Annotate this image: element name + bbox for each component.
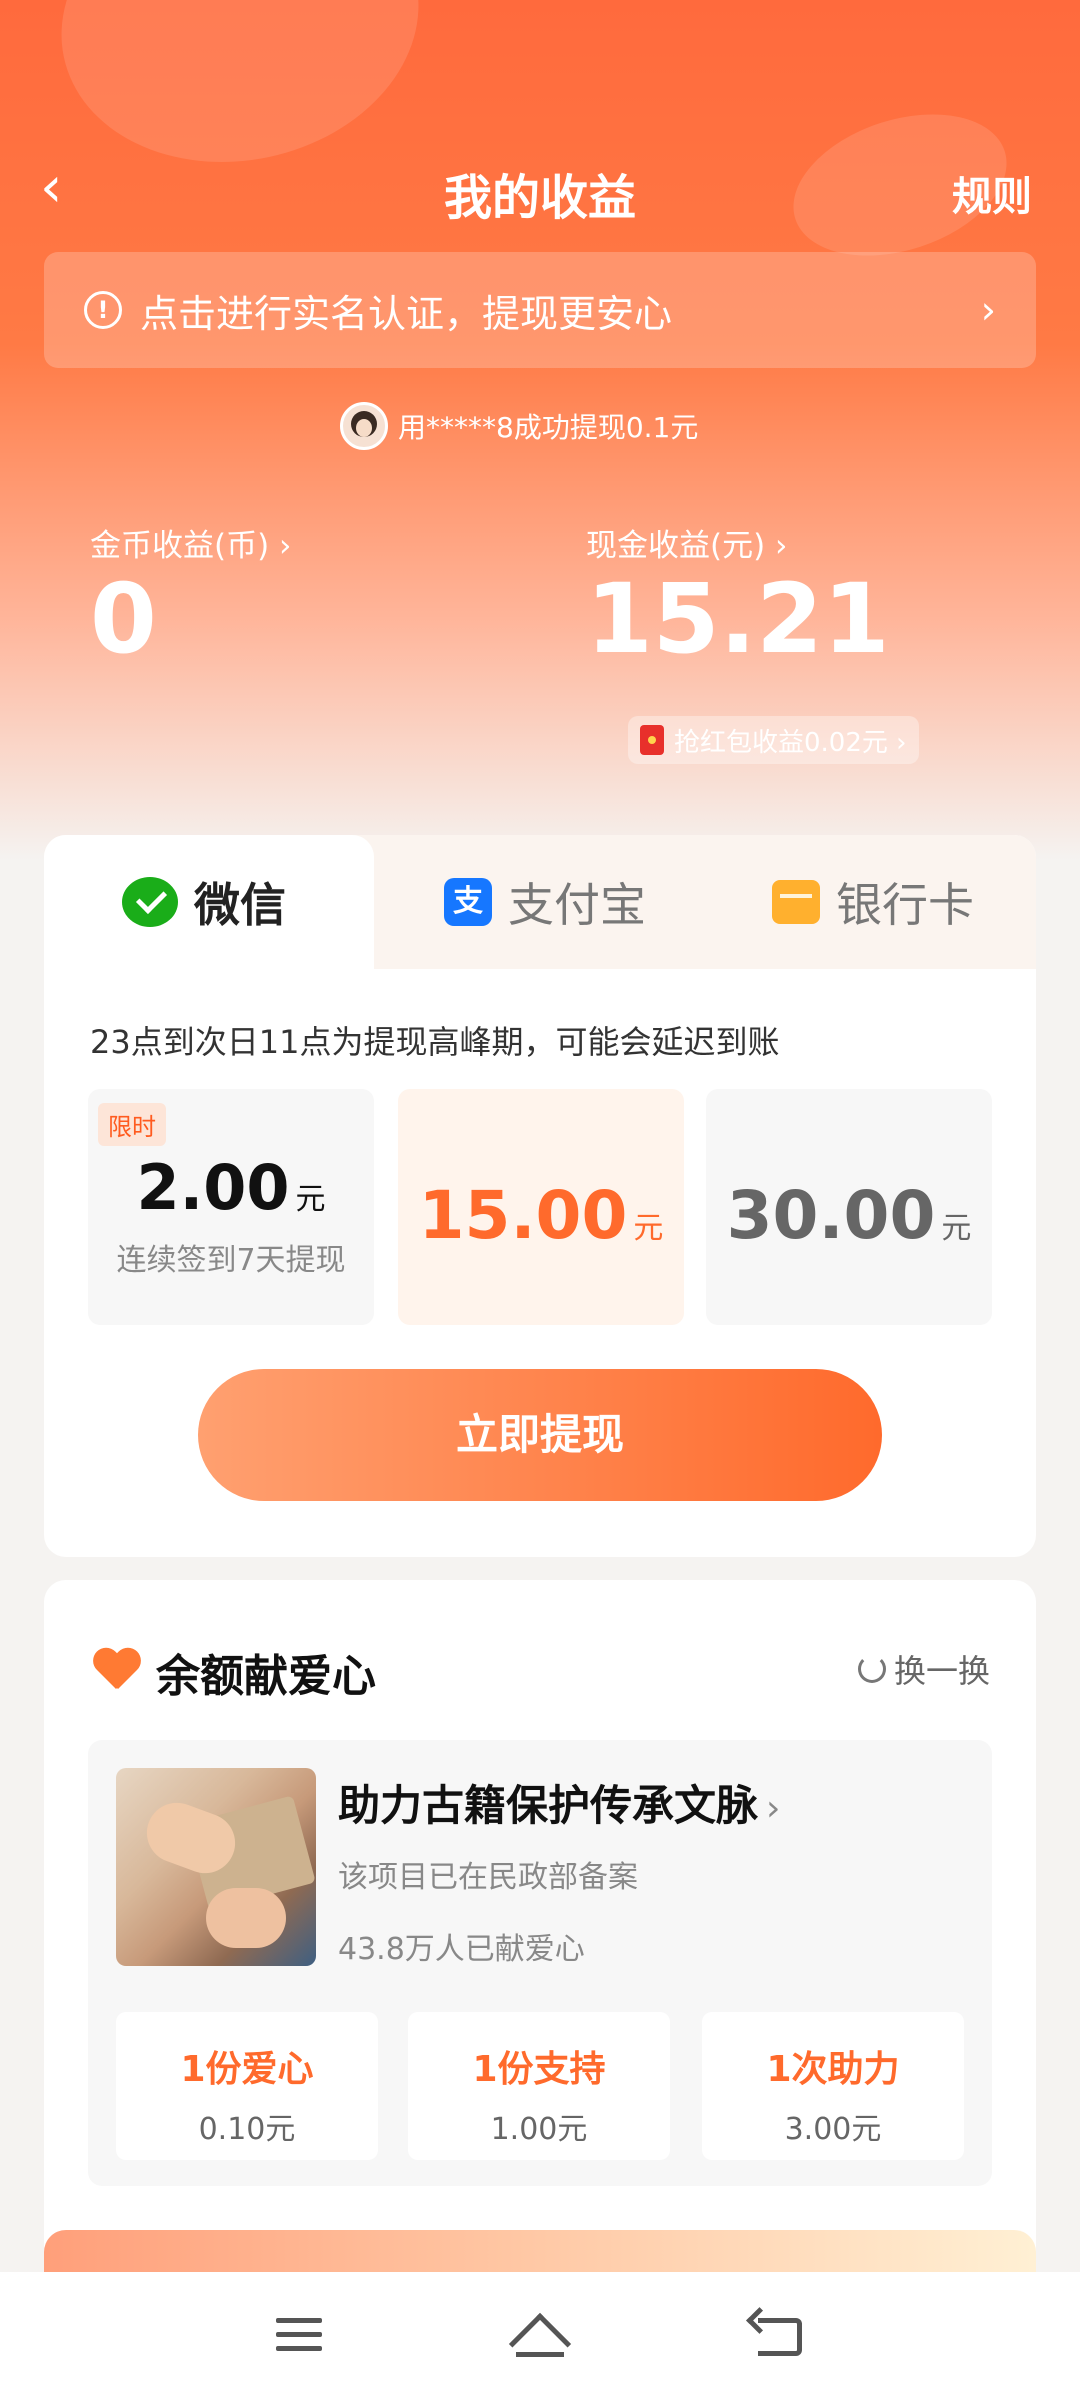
refresh-button[interactable]: 换一换 xyxy=(857,1646,990,1692)
amount-value: 15.00 元 xyxy=(418,1177,664,1254)
payment-tabs: 微信 支 支付宝 银行卡 xyxy=(44,835,1036,969)
page-title: 我的收益 xyxy=(443,170,636,226)
donation-label: 1次助力 xyxy=(766,2049,900,2090)
redpacket-text: 抢红包收益0.02元 › xyxy=(674,727,907,758)
donation-option[interactable]: 1份爱心 0.10元 xyxy=(116,2012,378,2160)
chevron-right-icon: › xyxy=(980,288,996,332)
back-nav-icon[interactable] xyxy=(758,2318,802,2356)
tab-bank-card[interactable]: 银行卡 xyxy=(772,835,974,969)
wechat-icon xyxy=(122,877,178,927)
charity-header: 余额献爱心 xyxy=(92,1640,376,1704)
amount-option[interactable]: 限时 2.00 元 连续签到7天提现 xyxy=(88,1089,374,1325)
bank-card-icon xyxy=(772,880,820,924)
cash-earnings-value: 15.21 xyxy=(586,563,890,675)
limited-badge: 限时 xyxy=(98,1103,166,1146)
top-bar: ‹ 我的收益 规则 xyxy=(0,150,1080,230)
amount-option-selected[interactable]: 15.00 元 xyxy=(398,1089,684,1325)
verify-text: 点击进行实名认证，提现更安心 xyxy=(140,291,673,336)
redpacket-earnings-badge[interactable]: 抢红包收益0.02元 › xyxy=(628,716,919,764)
amount-value: 2.00 元 xyxy=(136,1151,326,1224)
home-icon[interactable] xyxy=(508,2312,572,2376)
charity-card: 余额献爱心 换一换 助力古籍保护传承文脉 › 该项目已在民政部备案 43.8万人已… xyxy=(44,1580,1036,2280)
coin-earnings-value: 0 xyxy=(90,563,157,675)
info-icon: ! xyxy=(84,291,122,329)
project-supporters: 43.8万人已献爱心 xyxy=(338,1932,585,1967)
project-title[interactable]: 助力古籍保护传承文脉 › xyxy=(338,1772,780,1833)
tab-wechat[interactable]: 微信 xyxy=(44,835,374,969)
charity-title: 余额献爱心 xyxy=(156,1651,376,1702)
donation-price: 3.00元 xyxy=(784,2112,882,2147)
tab-label: 支付宝 xyxy=(508,878,646,932)
chevron-right-icon: › xyxy=(766,1788,781,1829)
tab-label: 微信 xyxy=(194,878,286,932)
withdraw-button[interactable]: 立即提现 xyxy=(198,1369,882,1501)
coin-earnings[interactable]: 金币收益(币) › 0 xyxy=(90,520,291,667)
peak-notice: 23点到次日11点为提现高峰期，可能会延迟到账 xyxy=(90,1023,780,1061)
donation-label: 1份支持 xyxy=(472,2049,606,2090)
menu-icon[interactable] xyxy=(276,2318,322,2354)
cash-earnings[interactable]: 现金收益(元) › 15.21 xyxy=(586,520,890,667)
cash-earnings-label: 现金收益(元) › xyxy=(586,528,788,564)
donation-label: 1份爱心 xyxy=(180,2049,314,2090)
avatar xyxy=(340,402,388,450)
donation-price: 0.10元 xyxy=(198,2112,296,2147)
alipay-icon: 支 xyxy=(444,878,492,926)
rules-link[interactable]: 规则 xyxy=(952,164,1032,222)
donation-option[interactable]: 1次助力 3.00元 xyxy=(702,2012,964,2160)
project-image xyxy=(116,1768,316,1966)
donation-option[interactable]: 1份支持 1.00元 xyxy=(408,2012,670,2160)
refresh-label: 换一换 xyxy=(893,1652,990,1690)
amount-value: 30.00 元 xyxy=(726,1177,972,1254)
coin-earnings-label: 金币收益(币) › xyxy=(90,528,292,564)
verify-banner[interactable]: ! 点击进行实名认证，提现更安心 › xyxy=(44,252,1036,368)
ticker-text: 用*****8成功提现0.1元 xyxy=(398,411,699,444)
heart-icon xyxy=(92,1649,142,1695)
donation-price: 1.00元 xyxy=(490,2112,588,2147)
withdraw-ticker: 用*****8成功提现0.1元 xyxy=(340,398,698,454)
project-registration: 该项目已在民政部备案 xyxy=(338,1860,638,1895)
red-packet-icon xyxy=(640,725,664,755)
refresh-icon xyxy=(857,1655,886,1683)
charity-project[interactable]: 助力古籍保护传承文脉 › 该项目已在民政部备案 43.8万人已献爱心 1份爱心 0… xyxy=(88,1740,992,2186)
amount-option[interactable]: 30.00 元 xyxy=(706,1089,992,1325)
amount-condition: 连续签到7天提现 xyxy=(116,1243,346,1278)
tab-label: 银行卡 xyxy=(836,878,974,932)
withdraw-card: 微信 支 支付宝 银行卡 23点到次日11点为提现高峰期，可能会延迟到账 限时 … xyxy=(44,835,1036,1557)
tab-alipay[interactable]: 支 支付宝 xyxy=(444,835,646,969)
system-nav-bar xyxy=(0,2272,1080,2400)
